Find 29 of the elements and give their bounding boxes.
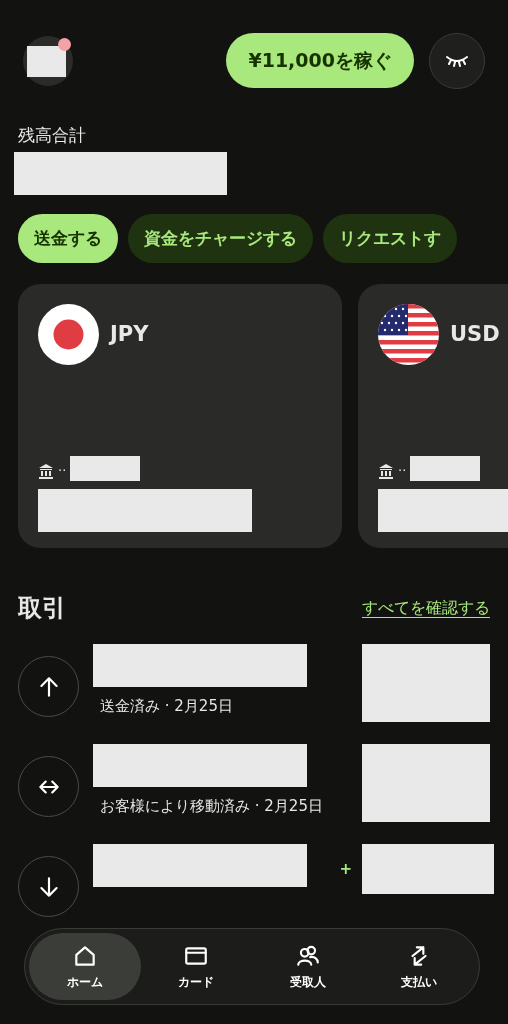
flag-icon (38, 304, 99, 365)
earn-button[interactable]: ¥11,000を稼ぐ (226, 33, 414, 88)
closed-eye-icon (445, 54, 469, 67)
account-number-dots: ·· (398, 463, 407, 479)
see-all-link[interactable]: すべてを確認する (362, 596, 490, 620)
redacted-block (410, 456, 481, 481)
flag-icon (378, 304, 439, 365)
transaction-subtitle: 送金済み · 2月25日 (99, 696, 234, 717)
plus-sign: + (339, 859, 352, 880)
nav-tab[interactable]: 支払い (363, 933, 475, 1000)
nav-tab[interactable]: カード (140, 933, 252, 1000)
balance-label: 残高合計 (17, 124, 87, 146)
account-card[interactable]: USD ·· (358, 284, 508, 548)
avatar[interactable] (23, 35, 73, 86)
bank-icon (378, 463, 394, 479)
nav-tab[interactable]: ホーム (29, 933, 141, 1000)
transaction-subtitle: お客様により移動済み · 2月25日 (99, 796, 324, 817)
account-card[interactable]: JPY ·· (18, 284, 342, 548)
currency-code: USD (450, 320, 500, 348)
redacted-block (26, 46, 66, 77)
redacted-block (70, 456, 141, 481)
action-chip[interactable]: 送金する (18, 214, 118, 263)
bank-icon (38, 463, 54, 479)
action-chip[interactable]: リクエストす (323, 214, 457, 263)
currency-code: JPY (110, 320, 149, 348)
nav-tab[interactable]: 受取人 (252, 933, 364, 1000)
account-number-dots: ·· (58, 463, 67, 479)
section-title: 取引 (18, 593, 66, 624)
action-chip[interactable]: 資金をチャージする (128, 214, 313, 263)
